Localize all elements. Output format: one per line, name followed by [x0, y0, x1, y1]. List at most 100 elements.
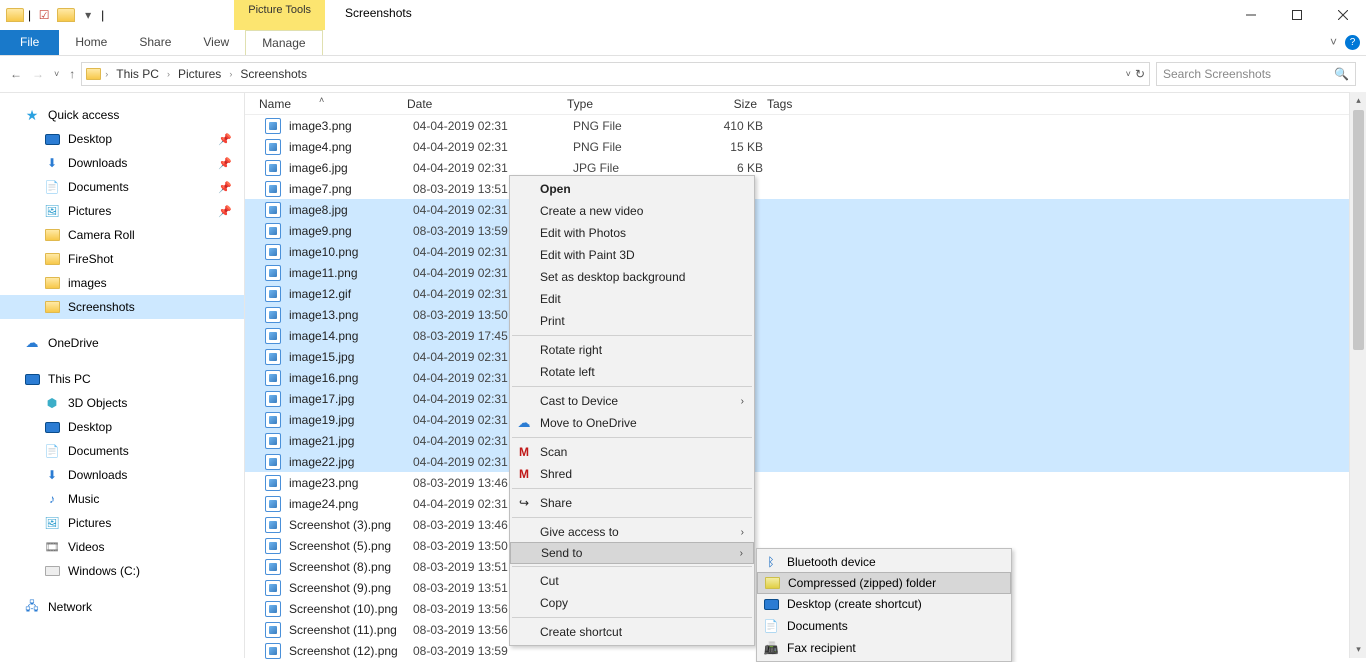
menu-item-set-background[interactable]: Set as desktop background — [510, 266, 754, 288]
breadcrumb-screenshots[interactable]: Screenshots — [236, 67, 311, 81]
file-row[interactable]: image12.gif04-04-2019 02:31 — [245, 283, 1366, 304]
file-row[interactable]: image10.png04-04-2019 02:31 — [245, 241, 1366, 262]
new-folder-icon[interactable] — [57, 6, 75, 24]
search-icon[interactable]: 🔍 — [1334, 67, 1349, 81]
file-row[interactable]: image23.png08-03-2019 13:46 — [245, 472, 1366, 493]
breadcrumb-this-pc[interactable]: This PC — [112, 67, 163, 81]
file-row[interactable]: image11.png04-04-2019 02:31 — [245, 262, 1366, 283]
close-button[interactable] — [1320, 0, 1366, 30]
menu-item-shred[interactable]: MShred — [510, 463, 754, 485]
column-header-date[interactable]: Date — [407, 97, 567, 111]
chevron-right-icon[interactable]: › — [229, 69, 232, 79]
sidebar-item-onedrive[interactable]: ☁ OneDrive — [0, 331, 244, 355]
ribbon-caret-icon[interactable]: ˅ — [1330, 35, 1337, 50]
sidebar-item-network[interactable]: 🖧 Network — [0, 595, 244, 619]
sidebar-item-music[interactable]: ♪ Music — [0, 487, 244, 511]
column-header-type[interactable]: Type — [567, 97, 687, 111]
contextual-tab-picture-tools[interactable]: Picture Tools — [234, 0, 325, 30]
sidebar-item-desktop[interactable]: Desktop 📌 — [0, 127, 244, 151]
sidebar-item-videos[interactable]: 🎞 Videos — [0, 535, 244, 559]
tab-manage[interactable]: Manage — [245, 30, 322, 55]
sidebar-item-pc-desktop[interactable]: Desktop — [0, 415, 244, 439]
tab-view[interactable]: View — [187, 30, 245, 55]
scroll-up-icon[interactable]: ▴ — [1350, 92, 1366, 109]
sidebar-item-fireshot[interactable]: FireShot — [0, 247, 244, 271]
chevron-right-icon[interactable]: › — [167, 69, 170, 79]
submenu-item-fax[interactable]: 📠Fax recipient — [757, 637, 1011, 659]
menu-item-rotate-left[interactable]: Rotate left — [510, 361, 754, 383]
sidebar-item-this-pc[interactable]: This PC — [0, 367, 244, 391]
menu-item-copy[interactable]: Copy — [510, 592, 754, 614]
maximize-button[interactable] — [1274, 0, 1320, 30]
search-input[interactable]: Search Screenshots 🔍 — [1156, 62, 1356, 86]
menu-item-edit-photos[interactable]: Edit with Photos — [510, 222, 754, 244]
file-row[interactable]: image7.png08-03-2019 13:51 — [245, 178, 1366, 199]
chevron-right-icon[interactable]: › — [105, 69, 108, 79]
sidebar-item-quick-access[interactable]: ★ Quick access — [0, 103, 244, 127]
recent-locations-icon[interactable]: ˅ — [54, 69, 59, 79]
menu-item-share[interactable]: ↪Share — [510, 492, 754, 514]
menu-item-open[interactable]: Open — [510, 178, 754, 200]
menu-item-create-video[interactable]: Create a new video — [510, 200, 754, 222]
file-row[interactable]: Screenshot (3).png08-03-2019 13:46 — [245, 514, 1366, 535]
scroll-down-icon[interactable]: ▾ — [1350, 641, 1366, 658]
vertical-scrollbar[interactable]: ▴ ▾ — [1349, 92, 1366, 658]
menu-item-scan[interactable]: MScan — [510, 441, 754, 463]
tab-share[interactable]: Share — [123, 30, 187, 55]
sidebar-item-screenshots[interactable]: Screenshots — [0, 295, 244, 319]
file-row[interactable]: image17.jpg04-04-2019 02:31 — [245, 388, 1366, 409]
file-row[interactable]: image4.png04-04-2019 02:31PNG File15 KB — [245, 136, 1366, 157]
scroll-thumb[interactable] — [1353, 110, 1364, 350]
breadcrumb-pictures[interactable]: Pictures — [174, 67, 225, 81]
file-row[interactable]: image14.png08-03-2019 17:45 — [245, 325, 1366, 346]
menu-item-rotate-right[interactable]: Rotate right — [510, 339, 754, 361]
file-row[interactable]: image3.png04-04-2019 02:31PNG File410 KB — [245, 115, 1366, 136]
submenu-item-compressed[interactable]: Compressed (zipped) folder — [757, 572, 1011, 594]
menu-item-edit-paint3d[interactable]: Edit with Paint 3D — [510, 244, 754, 266]
menu-item-cut[interactable]: Cut — [510, 570, 754, 592]
menu-item-give-access[interactable]: Give access to› — [510, 521, 754, 543]
back-button[interactable]: ← — [10, 67, 22, 81]
column-header-name[interactable]: Name ˄ — [259, 97, 407, 111]
file-row[interactable]: image13.png08-03-2019 13:50 — [245, 304, 1366, 325]
menu-item-cast-to-device[interactable]: Cast to Device› — [510, 390, 754, 412]
file-row[interactable]: image9.png08-03-2019 13:59 — [245, 220, 1366, 241]
sidebar-item-pictures[interactable]: 🖼 Pictures 📌 — [0, 199, 244, 223]
file-row[interactable]: image19.jpg04-04-2019 02:31 — [245, 409, 1366, 430]
address-dropdown-icon[interactable]: ˅ — [1126, 69, 1131, 79]
file-row[interactable]: image6.jpg04-04-2019 02:31JPG File6 KB — [245, 157, 1366, 178]
column-header-size[interactable]: Size — [687, 97, 767, 111]
submenu-item-bluetooth[interactable]: ᛒBluetooth device — [757, 551, 1011, 573]
file-row[interactable]: image22.jpg04-04-2019 02:31 — [245, 451, 1366, 472]
sidebar-item-windows-c[interactable]: Windows (C:) — [0, 559, 244, 583]
file-row[interactable]: image16.png04-04-2019 02:31 — [245, 367, 1366, 388]
menu-item-create-shortcut[interactable]: Create shortcut — [510, 621, 754, 643]
submenu-item-desktop-shortcut[interactable]: Desktop (create shortcut) — [757, 593, 1011, 615]
file-row[interactable]: image8.jpg04-04-2019 02:31 — [245, 199, 1366, 220]
tab-home[interactable]: Home — [59, 30, 123, 55]
address-bar[interactable]: › This PC › Pictures › Screenshots ˅ ↻ — [81, 62, 1150, 86]
sidebar-item-downloads[interactable]: ⬇ Downloads 📌 — [0, 151, 244, 175]
sidebar-item-camera-roll[interactable]: Camera Roll — [0, 223, 244, 247]
refresh-icon[interactable]: ↻ — [1135, 67, 1145, 81]
sidebar-item-documents[interactable]: 📄 Documents 📌 — [0, 175, 244, 199]
file-row[interactable]: image15.jpg04-04-2019 02:31 — [245, 346, 1366, 367]
sidebar-item-pc-downloads[interactable]: ⬇ Downloads — [0, 463, 244, 487]
column-header-tags[interactable]: Tags — [767, 97, 847, 111]
menu-item-print[interactable]: Print — [510, 310, 754, 332]
sidebar-item-pc-pictures[interactable]: 🖼 Pictures — [0, 511, 244, 535]
file-row[interactable]: image21.jpg04-04-2019 02:31 — [245, 430, 1366, 451]
sidebar-item-pc-documents[interactable]: 📄 Documents — [0, 439, 244, 463]
menu-item-move-onedrive[interactable]: ☁Move to OneDrive — [510, 412, 754, 434]
submenu-item-documents[interactable]: 📄Documents — [757, 615, 1011, 637]
minimize-button[interactable] — [1228, 0, 1274, 30]
file-row[interactable]: image24.png04-04-2019 02:31 — [245, 493, 1366, 514]
tab-file[interactable]: File — [0, 30, 59, 55]
qat-customize-icon[interactable]: ▾ — [79, 6, 97, 24]
properties-icon[interactable]: ☑ — [35, 6, 53, 24]
forward-button[interactable]: → — [32, 67, 44, 81]
menu-item-edit[interactable]: Edit — [510, 288, 754, 310]
help-icon[interactable]: ? — [1345, 35, 1360, 50]
menu-item-send-to[interactable]: Send to› — [510, 542, 754, 564]
up-button[interactable]: ↑ — [69, 67, 75, 81]
